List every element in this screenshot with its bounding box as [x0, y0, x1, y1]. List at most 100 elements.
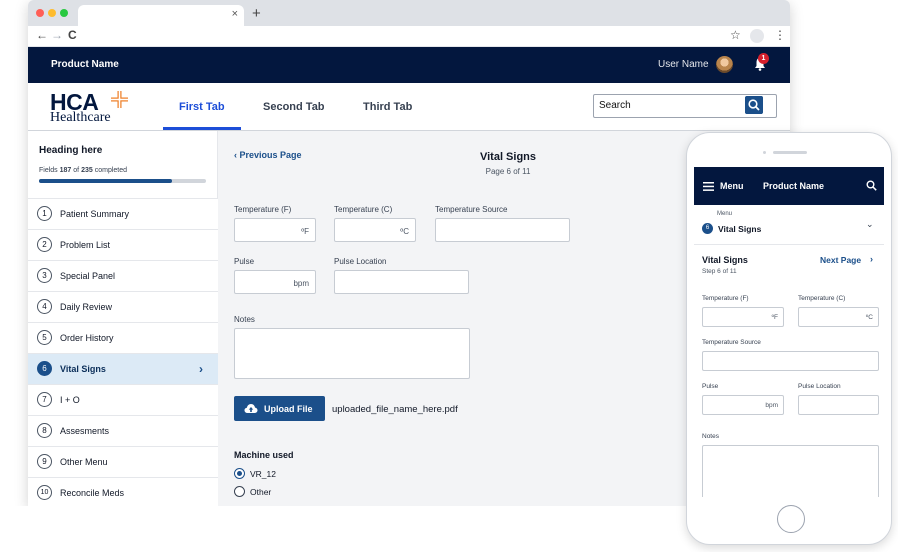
user-name[interactable]: User Name	[658, 59, 709, 70]
avatar[interactable]	[716, 56, 733, 73]
temperature-f-field[interactable]: ºF	[234, 218, 316, 242]
sidebar: Heading here Fields 187 of 235 completed…	[28, 131, 218, 506]
upload-file-label: Upload File	[264, 404, 313, 414]
sidebar-item-problem-list[interactable]: 2 Problem List	[28, 229, 218, 260]
sidebar-item-number: 6	[37, 361, 52, 376]
phone-screen: Menu Product Name Menu 6 Vital Signs ⌄ V…	[694, 167, 884, 497]
temperature-source-label: Temperature Source	[435, 205, 508, 214]
sidebar-item-label: Assesments	[60, 426, 110, 436]
chevron-down-icon: ⌄	[866, 219, 874, 229]
temperature-c-unit: ºC	[400, 227, 409, 236]
sidebar-item-label: Problem List	[60, 240, 111, 250]
phone-notes-label: Notes	[702, 433, 719, 440]
phone-menu-label[interactable]: Menu	[720, 181, 744, 191]
sidebar-item-number: 5	[37, 330, 52, 345]
phone-next-page-link[interactable]: Next Page	[820, 255, 861, 265]
machine-used-label: Machine used	[234, 450, 294, 460]
radio-vr12[interactable]	[234, 468, 245, 479]
phone-menu-caption: Menu	[717, 211, 733, 217]
phone-step-select[interactable]: Menu 6 Vital Signs ⌄	[694, 205, 884, 245]
cloud-upload-icon	[244, 404, 258, 413]
notes-textarea[interactable]	[234, 328, 470, 379]
previous-page-link[interactable]: ‹ Previous Page	[234, 150, 302, 160]
phone-step-name: Vital Signs	[718, 224, 762, 234]
page-title: Vital Signs	[479, 151, 537, 163]
pulse-location-field[interactable]	[334, 270, 469, 294]
tab-third[interactable]: Third Tab	[363, 101, 412, 113]
search-icon[interactable]	[745, 96, 763, 114]
phone-pulse-field[interactable]: bpm	[702, 395, 784, 415]
phone-temperature-source-field[interactable]	[702, 351, 879, 371]
phone-pulse-location-label: Pulse Location	[798, 383, 841, 390]
tab-first[interactable]: First Tab	[179, 101, 225, 113]
address-bar: ← → C ☆ ⋮	[28, 26, 790, 47]
phone-step-number: 6	[702, 223, 713, 234]
profile-icon[interactable]	[750, 29, 764, 43]
phone-camera	[763, 151, 766, 154]
temperature-f-label: Temperature (F)	[234, 205, 292, 214]
sidebar-item-label: Special Panel	[60, 271, 116, 281]
pulse-unit: bpm	[293, 279, 309, 288]
sidebar-item-number: 3	[37, 268, 52, 283]
reload-icon[interactable]: C	[68, 28, 77, 42]
browser-tab[interactable]: ×	[78, 5, 244, 26]
sidebar-item-patient-summary[interactable]: 1 Patient Summary	[28, 198, 218, 229]
phone-pulse-unit: bpm	[765, 402, 778, 409]
phone-header: Menu Product Name	[694, 167, 884, 205]
minimize-window-dot[interactable]	[48, 9, 56, 17]
radio-other[interactable]	[234, 486, 245, 497]
sidebar-item-daily-review[interactable]: 4 Daily Review	[28, 291, 218, 322]
uploaded-file-name: uploaded_file_name_here.pdf	[332, 404, 458, 415]
phone-temperature-f-field[interactable]: ºF	[702, 307, 784, 327]
close-window-dot[interactable]	[36, 9, 44, 17]
phone-pulse-location-field[interactable]	[798, 395, 879, 415]
chevron-right-icon[interactable]: ›	[870, 254, 873, 264]
hamburger-menu-icon[interactable]	[703, 182, 714, 191]
page-subtitle: Page 6 of 11	[485, 167, 531, 176]
sidebar-item-other-menu[interactable]: 9 Other Menu	[28, 446, 218, 477]
upload-file-button[interactable]: Upload File	[234, 396, 325, 421]
sidebar-item-number: 4	[37, 299, 52, 314]
temperature-c-field[interactable]: ºC	[334, 218, 416, 242]
sidebar-item-reconcile-meds[interactable]: 10 Reconcile Meds	[28, 477, 218, 506]
phone-search-icon[interactable]	[866, 180, 877, 191]
phone-notes-textarea[interactable]	[702, 445, 879, 497]
phone-page-title: Vital Signs	[702, 255, 748, 265]
browser-menu-icon[interactable]: ⋮	[774, 28, 786, 42]
fields-completed-text: Fields 187 of 235 completed	[39, 167, 128, 174]
app-header: Product Name User Name 1	[28, 47, 790, 83]
product-name: Product Name	[51, 59, 119, 70]
new-tab-icon[interactable]: +	[252, 5, 261, 22]
sidebar-item-label: Other Menu	[60, 457, 108, 467]
back-arrow-icon[interactable]: ←	[36, 28, 48, 42]
active-tab-indicator	[163, 127, 241, 130]
maximize-window-dot[interactable]	[60, 9, 68, 17]
pulse-field[interactable]: bpm	[234, 270, 316, 294]
phone-pulse-label: Pulse	[702, 383, 719, 390]
forward-arrow-icon[interactable]: →	[51, 28, 63, 42]
phone-temperature-c-field[interactable]: ºC	[798, 307, 879, 327]
bookmark-star-icon[interactable]: ☆	[730, 28, 741, 42]
phone-temperature-c-label: Temperature (C)	[798, 295, 846, 302]
sidebar-item-label: Patient Summary	[60, 209, 130, 219]
sidebar-item-i-o[interactable]: 7 I + O	[28, 384, 218, 415]
sidebar-item-assesments[interactable]: 8 Assesments	[28, 415, 218, 446]
tab-row: HCA Healthcare First Tab Second Tab Thir…	[28, 83, 790, 131]
sidebar-item-special-panel[interactable]: 3 Special Panel	[28, 260, 218, 291]
progress-bar	[39, 179, 206, 183]
phone-home-button[interactable]	[777, 505, 805, 533]
tab-second[interactable]: Second Tab	[263, 101, 325, 113]
sidebar-item-number: 1	[37, 206, 52, 221]
temperature-c-label: Temperature (C)	[334, 205, 393, 214]
radio-vr12-label: VR_12	[250, 469, 276, 479]
chevron-right-icon: ›	[199, 362, 203, 376]
search-input-value: Search	[599, 100, 631, 111]
tab-close-icon[interactable]: ×	[232, 8, 238, 20]
notes-label: Notes	[234, 315, 255, 324]
radio-other-label: Other	[250, 487, 272, 497]
sidebar-item-order-history[interactable]: 5 Order History	[28, 322, 218, 353]
sidebar-item-vital-signs[interactable]: 6 Vital Signs ›	[28, 353, 218, 384]
temperature-source-field[interactable]	[435, 218, 570, 242]
pulse-label: Pulse	[234, 257, 255, 266]
sidebar-item-label: Vital Signs	[60, 364, 106, 374]
